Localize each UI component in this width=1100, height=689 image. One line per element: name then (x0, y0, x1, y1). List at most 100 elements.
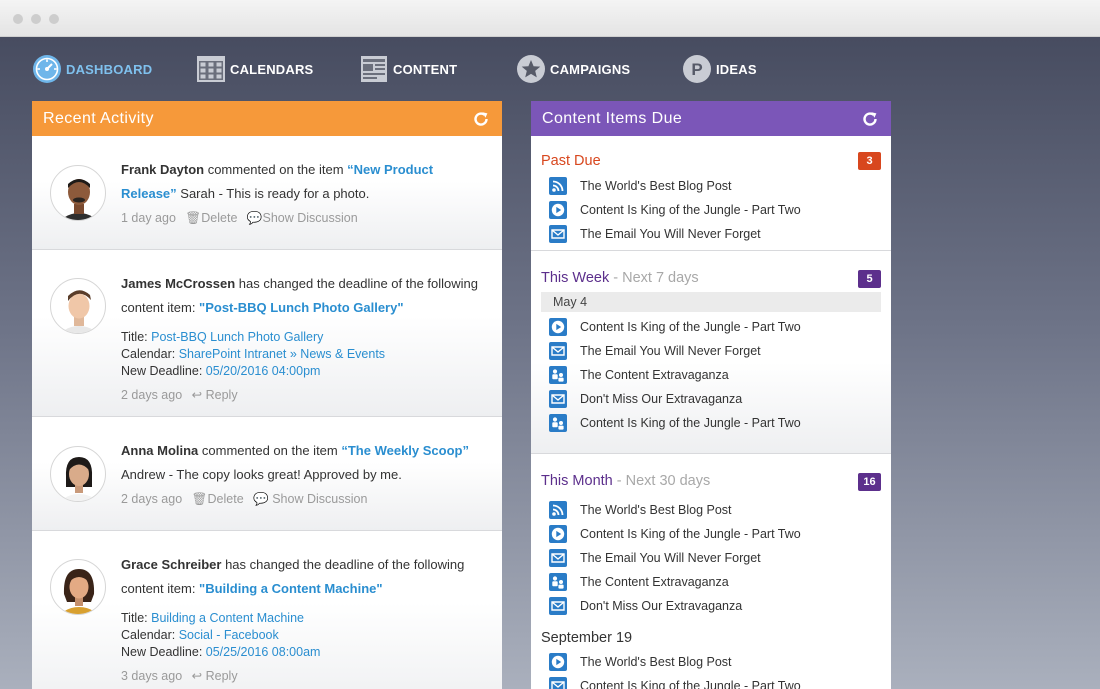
refresh-icon[interactable] (472, 110, 490, 128)
show-discussion-button[interactable]: 💬Show Discussion (247, 206, 358, 230)
delete-button[interactable]: 🗑Delete (192, 487, 244, 511)
nav-ideas[interactable]: P IDEAS (682, 53, 757, 85)
chat-icon: 💬 (246, 211, 263, 225)
due-item-label: The World's Best Blog Post (580, 503, 732, 517)
due-item-label: The Content Extravaganza (580, 575, 729, 589)
email-icon (549, 390, 567, 408)
due-item[interactable]: Content Is King of the Jungle - Part Two (549, 524, 801, 544)
show-discussion-button[interactable]: 💬 Show Discussion (253, 487, 367, 511)
title-link[interactable]: Post-BBQ Lunch Photo Gallery (151, 330, 323, 344)
due-item-label: The Email You Will Never Forget (580, 551, 761, 565)
due-item[interactable]: Content Is King of the Jungle - Part Two (549, 413, 801, 433)
this-month-subtitle: - Next 30 days (612, 473, 711, 489)
content-icon (361, 56, 387, 82)
content-items-due-panel: Content Items Due Past Due 3 The World's… (531, 101, 891, 689)
this-week-section: This Week - Next 7 days 5 May 4 Content … (531, 251, 891, 454)
activity-user[interactable]: James McCrossen (121, 276, 235, 291)
activity-time: 2 days ago (121, 388, 183, 402)
due-item[interactable]: The Email You Will Never Forget (549, 224, 761, 244)
content-items-due-title: Content Items Due (542, 109, 683, 127)
due-item[interactable]: Content Is King of the Jungle - Part Two (549, 676, 801, 689)
nav-content[interactable]: CONTENT (359, 53, 457, 85)
activity-item: Frank Dayton commented on the item “New … (32, 136, 502, 250)
due-item[interactable]: Content Is King of the Jungle - Part Two (549, 200, 801, 220)
recent-activity-header: Recent Activity (32, 101, 502, 136)
this-week-subtitle: - Next 7 days (609, 270, 699, 286)
chat-icon: 💬 (253, 492, 269, 506)
activity-item-link[interactable]: "Post-BBQ Lunch Photo Gallery" (199, 300, 403, 315)
avatar (50, 446, 106, 502)
activity-item-link[interactable]: “The Weekly Scoop” (341, 443, 469, 458)
calendar-link[interactable]: SharePoint Intranet » News & Events (179, 347, 385, 361)
refresh-icon[interactable] (861, 110, 879, 128)
past-due-count-badge: 3 (858, 152, 881, 170)
due-item-label: Content Is King of the Jungle - Part Two (580, 320, 801, 334)
activity-user[interactable]: Grace Schreiber (121, 557, 221, 572)
due-item-label: Don't Miss Our Extravaganza (580, 392, 743, 406)
ideas-icon: P (683, 55, 711, 83)
activity-item: James McCrossen has changed the deadline… (32, 250, 502, 417)
reply-label: Reply (205, 669, 238, 683)
recent-activity-panel: Recent Activity Frank Dayton commented o… (32, 101, 502, 689)
nav-dashboard[interactable]: DASHBOARD (32, 53, 152, 85)
email-icon (549, 677, 567, 689)
title-link[interactable]: Building a Content Machine (151, 611, 304, 625)
window-dot-close[interactable] (13, 14, 23, 24)
video-icon (549, 525, 567, 543)
people-icon (549, 414, 567, 432)
email-icon (549, 597, 567, 615)
activity-time: 3 days ago (121, 669, 183, 683)
due-item[interactable]: The World's Best Blog Post (549, 176, 732, 196)
nav-calendars-label: CALENDARS (230, 61, 314, 77)
trash-icon: 🗑 (191, 492, 208, 506)
video-icon (549, 201, 567, 219)
content-items-due-header: Content Items Due (531, 101, 891, 136)
people-icon (549, 366, 567, 384)
due-item[interactable]: The World's Best Blog Post (549, 652, 732, 672)
due-item-label: Content Is King of the Jungle - Part Two (580, 203, 801, 217)
this-month-title: This Month (541, 473, 613, 489)
email-icon (549, 225, 567, 243)
deadline-label: New Deadline: (121, 645, 206, 659)
this-month-count-badge: 16 (858, 473, 881, 491)
activity-user[interactable]: Frank Dayton (121, 162, 204, 177)
email-icon (549, 549, 567, 567)
activity-comment: Sarah - This is ready for a photo. (176, 186, 370, 201)
nav-campaigns[interactable]: CAMPAIGNS (516, 53, 630, 85)
trash-icon: 🗑 (185, 211, 202, 225)
due-item[interactable]: Content Is King of the Jungle - Part Two (549, 317, 801, 337)
due-item[interactable]: Don't Miss Our Extravaganza (549, 389, 742, 409)
dashboard-icon (33, 55, 61, 83)
reply-button[interactable]: ↩ Reply (192, 383, 238, 407)
deadline-label: New Deadline: (121, 364, 206, 378)
delete-button[interactable]: 🗑Delete (185, 206, 237, 230)
nav-calendars[interactable]: CALENDARS (196, 53, 313, 85)
email-icon (549, 342, 567, 360)
star-icon (517, 55, 545, 83)
day-header: May 4 (541, 292, 881, 312)
video-icon (549, 318, 567, 336)
activity-action: commented on the item (198, 443, 342, 458)
due-item[interactable]: The Content Extravaganza (549, 572, 729, 592)
due-item[interactable]: The Email You Will Never Forget (549, 341, 761, 361)
activity-user[interactable]: Anna Molina (121, 443, 198, 458)
rss-icon (549, 177, 567, 195)
due-item-label: The Email You Will Never Forget (580, 344, 761, 358)
window-dot-zoom[interactable] (49, 14, 59, 24)
reply-button[interactable]: ↩ Reply (192, 664, 238, 688)
deadline-value: 05/20/2016 04:00pm (205, 364, 321, 378)
due-item-label: Content Is King of the Jungle - Part Two (580, 679, 801, 689)
due-item[interactable]: Don't Miss Our Extravaganza (549, 596, 742, 616)
recent-activity-title: Recent Activity (43, 109, 154, 127)
due-item-label: The World's Best Blog Post (580, 179, 732, 193)
due-item[interactable]: The Email You Will Never Forget (549, 548, 761, 568)
this-week-title: This Week (541, 270, 610, 286)
activity-item-link[interactable]: "Building a Content Machine" (199, 581, 383, 596)
deadline-value: 05/25/2016 08:00am (205, 645, 321, 659)
window-dot-minimize[interactable] (31, 14, 41, 24)
due-item[interactable]: The Content Extravaganza (549, 365, 729, 385)
due-item[interactable]: The World's Best Blog Post (549, 500, 732, 520)
show-discussion-label: Show Discussion (262, 211, 358, 225)
calendar-icon (197, 56, 225, 82)
calendar-link[interactable]: Social - Facebook (179, 628, 279, 642)
